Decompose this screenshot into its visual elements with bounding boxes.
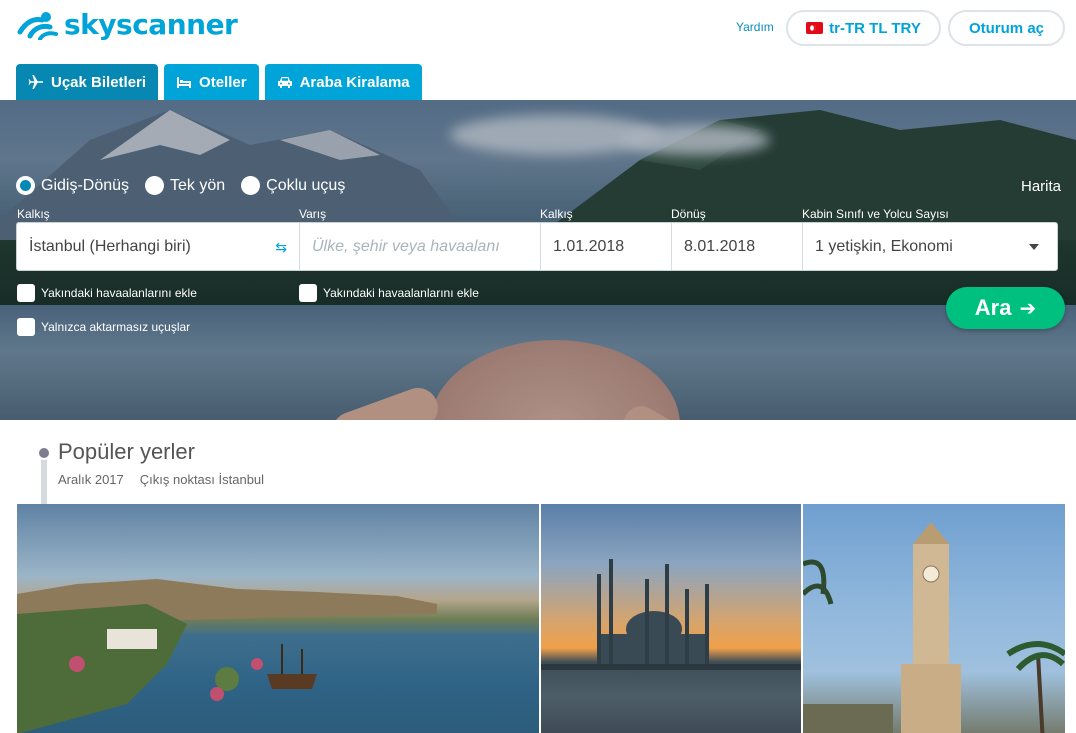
radio-multi-city-label: Çoklu uçuş — [266, 176, 346, 194]
mosque-sunset-image — [541, 559, 801, 670]
tab-hotels[interactable]: Oteller — [164, 64, 259, 100]
return-label: Dönüş — [671, 207, 706, 221]
search-bar: İstanbul (Herhangi biri) ⇆ Ülke, şehir v… — [16, 222, 1058, 271]
swap-icon[interactable]: ⇆ — [275, 239, 287, 256]
nearby-from-label: Yakındaki havaalanlarını ekle — [41, 286, 197, 300]
depart-date-value: 1.01.2018 — [553, 237, 625, 255]
destination-card-adana[interactable] — [541, 504, 801, 733]
nearby-to-checkbox[interactable]: Yakındaki havaalanlarını ekle — [299, 284, 479, 302]
skyscanner-logo-icon — [17, 11, 58, 40]
popular-title: Popüler yerler — [58, 439, 195, 464]
bed-icon — [176, 75, 192, 89]
timeline-dot — [37, 446, 51, 460]
radio-button-icon — [241, 176, 261, 195]
nearby-from-checkbox[interactable]: Yakındaki havaalanlarını ekle — [17, 284, 197, 302]
checkbox-icon — [17, 284, 35, 302]
cabin-passenger-value: 1 yetişkin, Ekonomi — [815, 237, 953, 255]
radio-one-way[interactable]: Tek yön — [145, 176, 225, 195]
radio-round-trip[interactable]: Gidiş-Dönüş — [16, 176, 129, 195]
cabin-passenger-select[interactable]: 1 yetişkin, Ekonomi — [803, 223, 1057, 270]
to-field[interactable]: Ülke, şehir veya havaalanı — [300, 223, 541, 270]
tab-car-hire-label: Araba Kiralama — [299, 73, 410, 91]
skyscanner-logo[interactable]: skyscanner — [16, 8, 238, 41]
trip-type-group: Gidiş-Dönüş Tek yön Çoklu uçuş — [16, 176, 361, 195]
locale-label: tr-TR TL TRY — [829, 19, 921, 37]
help-link[interactable]: Yardım — [736, 20, 774, 34]
radio-round-trip-label: Gidiş-Dönüş — [41, 176, 130, 194]
login-button[interactable]: Oturum aç — [948, 10, 1065, 46]
nearby-to-label: Yakındaki havaalanlarını ekle — [323, 286, 479, 300]
car-icon — [277, 75, 293, 89]
return-date-value: 8.01.2018 — [684, 237, 756, 255]
search-button[interactable]: Ara ➔ — [946, 287, 1065, 329]
depart-date-field[interactable]: 1.01.2018 — [541, 223, 672, 270]
antalya-harbor-image — [17, 579, 437, 733]
popular-subtitle: Aralık 2017 Çıkış noktası İstanbul — [58, 472, 280, 487]
checkbox-icon — [299, 284, 317, 302]
return-date-field[interactable]: 8.01.2018 — [672, 223, 803, 270]
direct-only-checkbox[interactable]: Yalnızca aktarmasız uçuşlar — [17, 318, 190, 336]
radio-button-icon — [145, 176, 165, 195]
checkbox-icon — [17, 318, 35, 336]
locale-button[interactable]: tr-TR TL TRY — [786, 10, 941, 46]
chevron-down-icon — [1029, 244, 1039, 250]
direct-only-label: Yalnızca aktarmasız uçuşlar — [41, 320, 191, 334]
logo-text: skyscanner — [64, 8, 238, 41]
popular-origin: Çıkış noktası İstanbul — [139, 472, 265, 487]
arrow-right-icon: ➔ — [1019, 297, 1037, 320]
from-label: Kalkış — [17, 207, 50, 221]
to-label: Varış — [299, 207, 327, 221]
radio-one-way-label: Tek yön — [170, 176, 226, 194]
to-placeholder: Ülke, şehir veya havaalanı — [312, 237, 500, 255]
tab-car-hire[interactable]: Araba Kiralama — [264, 64, 422, 100]
header: skyscanner Yardım tr-TR TL TRY Oturum aç — [0, 0, 1076, 60]
turkey-flag-icon — [806, 22, 824, 34]
tab-flights[interactable]: Uçak Biletleri — [16, 64, 159, 100]
radio-multi-city[interactable]: Çoklu uçuş — [241, 176, 345, 195]
from-value: İstanbul (Herhangi biri) — [29, 237, 191, 255]
popular-month: Aralık 2017 — [58, 472, 124, 487]
tab-hotels-label: Oteller — [199, 73, 247, 91]
from-field[interactable]: İstanbul (Herhangi biri) ⇆ — [17, 223, 300, 270]
destination-card-antalya[interactable] — [17, 504, 539, 733]
radio-button-icon — [16, 176, 35, 195]
cabin-label: Kabin Sınıfı ve Yolcu Sayısı — [802, 207, 949, 221]
plane-icon — [28, 74, 44, 90]
tab-flights-label: Uçak Biletleri — [51, 73, 147, 91]
clock-tower-image — [803, 522, 1065, 733]
destination-card-izmir[interactable] — [803, 504, 1065, 733]
map-link[interactable]: Harita — [1021, 178, 1061, 195]
depart-label: Kalkış — [540, 207, 573, 221]
product-tabs: Uçak Biletleri Oteller Araba Kiralama — [16, 64, 428, 100]
search-button-label: Ara — [974, 295, 1012, 320]
